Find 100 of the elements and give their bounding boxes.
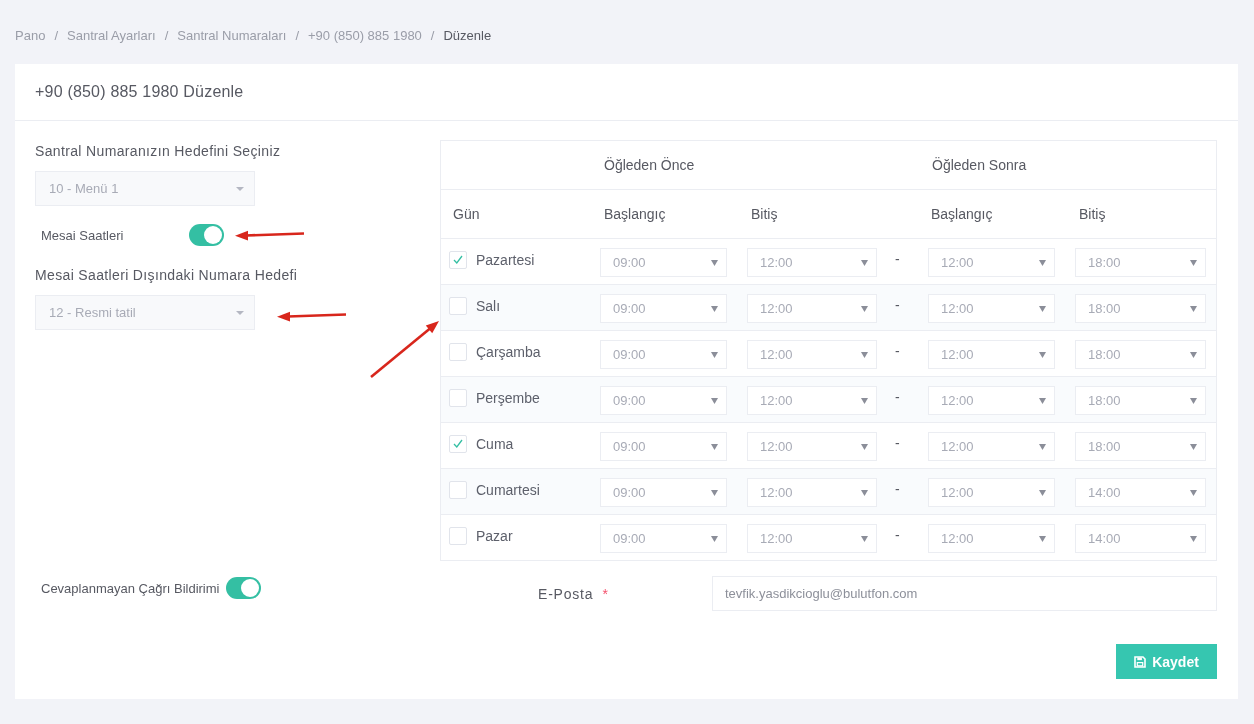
day-label: Pazar bbox=[476, 527, 513, 544]
time-select[interactable]: 09:00 bbox=[600, 432, 727, 461]
check-icon bbox=[453, 439, 463, 448]
breadcrumb-link[interactable]: Pano bbox=[15, 27, 46, 43]
time-select[interactable]: 09:00 bbox=[600, 294, 727, 323]
checkbox[interactable] bbox=[449, 250, 467, 269]
caret-down-icon bbox=[1190, 259, 1197, 266]
caret-down-icon bbox=[1039, 351, 1046, 358]
time-select[interactable]: 14:00 bbox=[1075, 524, 1206, 553]
time-select[interactable]: 12:00 bbox=[928, 432, 1055, 461]
time-select[interactable]: 12:00 bbox=[747, 524, 877, 553]
time-select[interactable]: 12:00 bbox=[747, 386, 877, 415]
time-select[interactable]: 14:00 bbox=[1075, 478, 1206, 507]
column-header: Gün bbox=[453, 206, 480, 222]
caret-down-icon bbox=[1039, 305, 1046, 312]
toggle-switch[interactable] bbox=[189, 224, 224, 246]
caret-down-icon bbox=[861, 535, 868, 542]
time-select[interactable]: 09:00 bbox=[600, 524, 727, 553]
time-select[interactable]: 18:00 bbox=[1075, 432, 1206, 461]
caret-down-icon bbox=[1039, 259, 1046, 266]
caret-down-icon bbox=[1039, 397, 1046, 404]
time-select[interactable]: 12:00 bbox=[928, 524, 1055, 553]
toggle-label: Cevaplanmayan Çağrı Bildirimi bbox=[41, 580, 220, 596]
day-label: Cumartesi bbox=[476, 481, 540, 498]
caret-down-icon bbox=[236, 310, 244, 315]
caret-down-icon bbox=[711, 397, 718, 404]
range-separator: - bbox=[895, 526, 900, 543]
time-select[interactable]: 12:00 bbox=[747, 432, 877, 461]
card-title: +90 (850) 885 1980 Düzenle bbox=[35, 83, 244, 101]
time-select[interactable]: 12:00 bbox=[928, 478, 1055, 507]
breadcrumb-separator: / bbox=[430, 27, 435, 43]
time-select[interactable]: 09:00 bbox=[600, 340, 727, 369]
time-select[interactable]: 09:00 bbox=[600, 248, 727, 277]
checkbox[interactable] bbox=[449, 526, 467, 545]
time-select[interactable]: 12:00 bbox=[928, 386, 1055, 415]
range-separator: - bbox=[895, 342, 900, 359]
caret-down-icon bbox=[1190, 351, 1197, 358]
group-header: Öğleden Önce bbox=[604, 157, 695, 173]
day-label: Perşembe bbox=[476, 389, 540, 406]
caret-down-icon bbox=[711, 351, 718, 358]
day-label: Salı bbox=[476, 297, 501, 314]
breadcrumb-separator: / bbox=[295, 27, 299, 43]
time-select[interactable]: 18:00 bbox=[1075, 294, 1206, 323]
field-label: Mesai Saatleri Dışındaki Numara Hedefi bbox=[35, 266, 299, 285]
range-separator: - bbox=[895, 296, 900, 313]
caret-down-icon bbox=[1039, 443, 1046, 450]
caret-down-icon bbox=[861, 397, 868, 404]
time-select[interactable]: 12:00 bbox=[747, 248, 877, 277]
range-separator: - bbox=[895, 250, 900, 267]
caret-down-icon bbox=[711, 443, 718, 450]
caret-down-icon bbox=[1190, 489, 1197, 496]
range-separator: - bbox=[895, 480, 900, 497]
select-field[interactable]: 12 - Resmi tatil bbox=[35, 295, 255, 330]
caret-down-icon bbox=[861, 259, 868, 266]
time-select[interactable]: 12:00 bbox=[928, 294, 1055, 323]
caret-down-icon bbox=[711, 259, 718, 266]
checkbox[interactable] bbox=[449, 296, 467, 315]
caret-down-icon bbox=[1039, 489, 1046, 496]
caret-down-icon bbox=[1190, 443, 1197, 450]
time-select[interactable]: 09:00 bbox=[600, 478, 727, 507]
required-mark: * bbox=[602, 585, 608, 602]
field-label: Santral Numaranızın Hedefini Seçiniz bbox=[35, 142, 282, 161]
caret-down-icon bbox=[1190, 535, 1197, 542]
time-select[interactable]: 09:00 bbox=[600, 386, 727, 415]
time-select[interactable]: 12:00 bbox=[747, 478, 877, 507]
breadcrumb-link[interactable]: Santral Numaraları bbox=[177, 27, 287, 43]
field-label: E-Posta bbox=[538, 585, 594, 602]
time-select[interactable]: 18:00 bbox=[1075, 386, 1206, 415]
toggle-switch[interactable] bbox=[226, 577, 262, 599]
column-header: Bitiş bbox=[751, 206, 778, 222]
breadcrumb-link[interactable]: Santral Ayarları bbox=[67, 27, 156, 43]
time-select[interactable]: 18:00 bbox=[1075, 248, 1206, 277]
caret-down-icon bbox=[861, 489, 868, 496]
checkbox[interactable] bbox=[449, 342, 467, 361]
caret-down-icon bbox=[711, 305, 718, 312]
time-select[interactable]: 12:00 bbox=[928, 340, 1055, 369]
checkbox[interactable] bbox=[449, 434, 467, 453]
caret-down-icon bbox=[1190, 397, 1197, 404]
range-separator: - bbox=[895, 388, 900, 405]
check-icon bbox=[453, 255, 463, 264]
checkbox[interactable] bbox=[449, 388, 467, 407]
email-field[interactable]: tevfik.yasdikcioglu@bulutfon.com bbox=[712, 576, 1217, 611]
time-select[interactable]: 18:00 bbox=[1075, 340, 1206, 369]
caret-down-icon bbox=[861, 305, 868, 312]
save-button[interactable]: Kaydet bbox=[1116, 644, 1217, 679]
toggle-label: Mesai Saatleri bbox=[41, 227, 125, 243]
caret-down-icon bbox=[236, 186, 244, 191]
breadcrumb-link[interactable]: +90 (850) 885 1980 bbox=[308, 27, 422, 43]
checkbox[interactable] bbox=[449, 480, 467, 499]
caret-down-icon bbox=[1190, 305, 1197, 312]
caret-down-icon bbox=[711, 489, 718, 496]
breadcrumb-separator: / bbox=[164, 27, 169, 43]
time-select[interactable]: 12:00 bbox=[928, 248, 1055, 277]
time-select[interactable]: 12:00 bbox=[747, 294, 877, 323]
caret-down-icon bbox=[1039, 535, 1046, 542]
time-select[interactable]: 12:00 bbox=[747, 340, 877, 369]
breadcrumb-current: Düzenle bbox=[443, 27, 492, 43]
select-field[interactable]: 10 - Menü 1 bbox=[35, 171, 255, 206]
caret-down-icon bbox=[861, 443, 868, 450]
column-header: Başlangıç bbox=[604, 206, 666, 222]
